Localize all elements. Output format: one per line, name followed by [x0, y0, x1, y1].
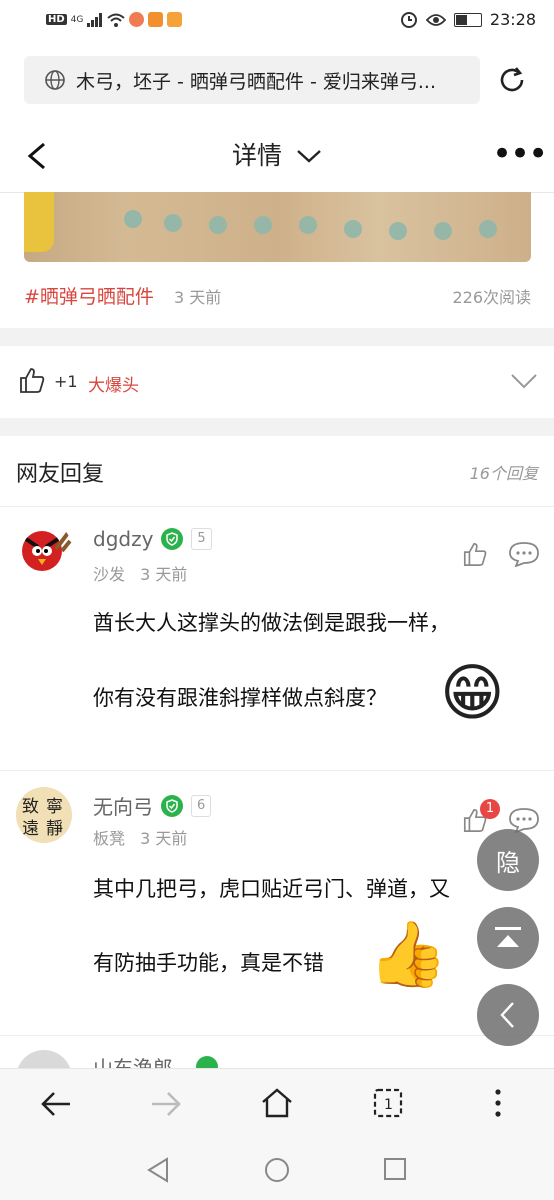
page-title-text: 详情: [232, 141, 283, 170]
verified-shield-icon: [161, 528, 184, 550]
floor-label: 板凳: [93, 829, 126, 848]
address-bar[interactable]: 木弓，坯子 - 晒弹弓晒配件 - 爱归来弹弓...: [24, 56, 480, 104]
verified-shield-icon: [161, 794, 183, 817]
username[interactable]: dgdzy: [93, 527, 153, 551]
network-label: 4G: [70, 14, 84, 25]
chevron-left-icon: [500, 1002, 514, 1028]
page-url-title: 木弓，坯子 - 晒弹弓晒配件 - 爱归来弹弓...: [76, 70, 436, 93]
back-float-button[interactable]: [477, 984, 539, 1046]
comment-time: 3 天前: [140, 565, 188, 584]
battery-icon: [453, 12, 482, 27]
hd-label: HD: [46, 14, 67, 25]
system-back-icon[interactable]: [145, 1156, 171, 1184]
refresh-icon[interactable]: [496, 64, 528, 96]
back-arrow-icon[interactable]: [40, 1089, 72, 1119]
comment-item: dgdzy 5 沙发 3 天前 酋长大人这撑头的做法倒是跟我一样， 你有没有跟淮…: [0, 507, 554, 771]
section-divider: [0, 418, 554, 436]
comment-line-2: 有防抽手功能，真是不错: [93, 951, 324, 975]
angry-bird-avatar-icon: [22, 531, 72, 571]
comment-line-1: 酋长大人这撑头的做法倒是跟我一样，: [93, 611, 450, 635]
hide-button[interactable]: 隐: [477, 829, 539, 891]
user-level: 5: [191, 528, 212, 550]
thumbs-up-icon[interactable]: [18, 366, 46, 394]
browser-toolbar: 1: [0, 1068, 554, 1141]
post-image[interactable]: [24, 192, 531, 262]
svg-text:寧: 寧: [46, 797, 63, 817]
alarm-icon: [400, 11, 417, 28]
heart-app-icon: [167, 12, 183, 27]
more-vertical-icon[interactable]: [488, 1087, 508, 1119]
scroll-top-button[interactable]: [477, 907, 539, 969]
like-bar: +1 大爆头: [0, 346, 554, 418]
liker-name[interactable]: 大爆头: [88, 371, 139, 396]
scroll-top-icon: [495, 927, 521, 947]
grin-emoji: 😁: [440, 656, 505, 729]
video-app-icon: [148, 12, 164, 27]
like-plus: +1: [54, 372, 78, 391]
clock: 23:28: [489, 10, 536, 29]
more-menu-button[interactable]: •••: [492, 137, 548, 171]
comment-item: 致 寧 遠 靜 无向弓 6 板凳 3 天前 1 其中几把弓，虎口贴近弓门、弹道，…: [0, 771, 554, 1036]
post-time: 3 天前: [173, 288, 222, 307]
status-left-icons: HD 4G: [46, 12, 183, 27]
tabs-icon[interactable]: 1: [372, 1087, 404, 1119]
svg-text:靜: 靜: [46, 819, 63, 839]
svg-text:致: 致: [22, 797, 39, 817]
comment-bubble-icon[interactable]: [508, 541, 540, 567]
home-icon[interactable]: [260, 1087, 294, 1119]
wifi-icon: [107, 13, 126, 27]
eye-comfort-icon: [425, 13, 446, 26]
app-notification-icon: [129, 12, 145, 27]
calligraphy-avatar-icon: 致 寧 遠 靜: [22, 797, 63, 839]
system-home-icon[interactable]: [263, 1156, 291, 1184]
hide-label: 隐: [496, 848, 520, 877]
username[interactable]: 无向弓: [93, 791, 153, 820]
avatar[interactable]: 致 寧 遠 靜: [16, 787, 72, 843]
status-bar: HD 4G 23:28: [0, 0, 554, 44]
thumbs-up-icon[interactable]: [462, 541, 488, 567]
system-navigation-bar: [0, 1140, 554, 1200]
like-count-badge: 1: [480, 799, 500, 819]
chevron-down-icon: [297, 150, 321, 163]
detail-header: 详情 •••: [0, 118, 554, 193]
svg-text:遠: 遠: [22, 819, 39, 839]
user-level: 6: [191, 794, 212, 817]
avatar[interactable]: [16, 521, 72, 577]
forward-arrow-icon[interactable]: [150, 1089, 182, 1119]
floor-label: 沙发: [93, 565, 126, 584]
thumbs-up-emoji: 👍: [368, 918, 448, 992]
comment-line-1: 其中几把弓，虎口贴近弓门、弹道，又: [93, 877, 450, 901]
replies-count: 16个回复: [469, 464, 538, 483]
comment-time: 3 天前: [140, 829, 188, 848]
signal-icon: [87, 12, 103, 27]
status-right-icons: 23:28: [400, 10, 536, 29]
comment-line-2: 你有没有跟淮斜撑样做点斜度？: [93, 686, 387, 710]
replies-title: 网友回复: [16, 462, 105, 487]
post-meta: #晒弹弓晒配件 3 天前 226次阅读: [24, 282, 531, 310]
post-tag[interactable]: #晒弹弓晒配件: [24, 286, 154, 308]
system-recents-icon[interactable]: [382, 1156, 408, 1182]
read-count: 226次阅读: [452, 288, 531, 307]
expand-chevron-icon[interactable]: [510, 372, 538, 390]
section-divider: [0, 328, 554, 346]
svg-text:1: 1: [384, 1097, 393, 1113]
page-title[interactable]: 详情: [0, 136, 554, 172]
globe-icon: [45, 70, 65, 90]
replies-header: 网友回复 16个回复: [0, 436, 554, 507]
